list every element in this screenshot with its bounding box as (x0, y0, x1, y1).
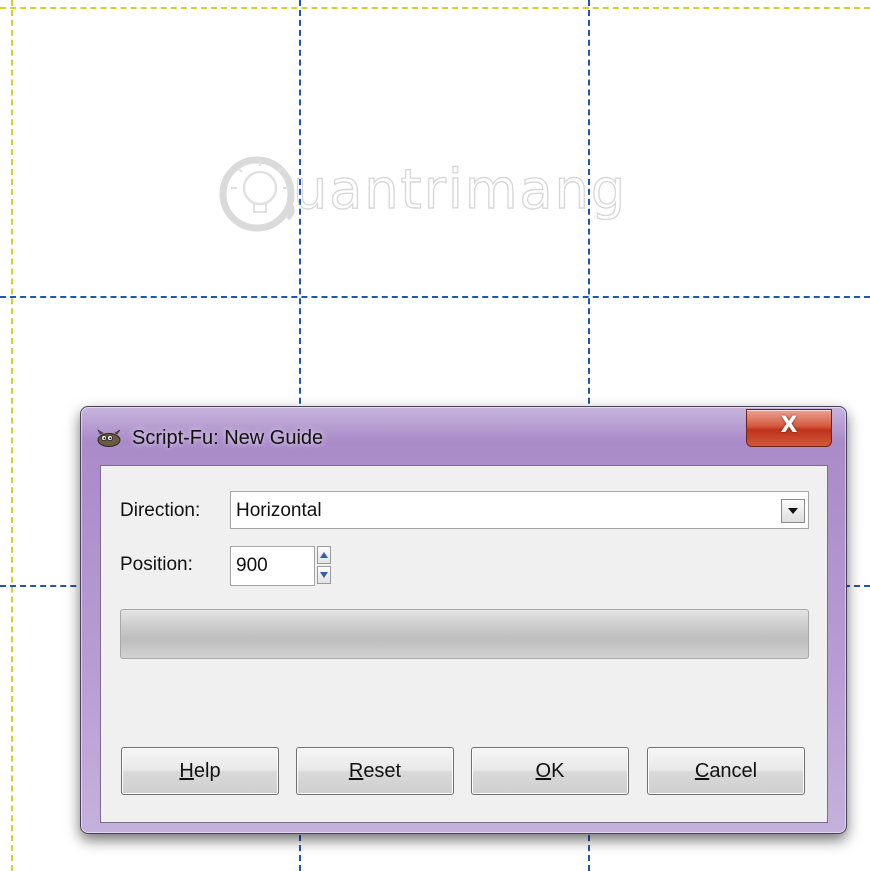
watermark-logo: uantrimang (215, 148, 655, 238)
lightbulb-icon (219, 156, 295, 232)
help-label: elp (193, 760, 221, 782)
spin-up-icon (320, 552, 328, 558)
ok-mnemonic: O (535, 760, 552, 782)
close-icon: X (780, 413, 798, 438)
help-mnemonic: H (179, 760, 194, 782)
cancel-button[interactable]: Cancel (647, 747, 805, 795)
reset-mnemonic: R (348, 760, 364, 782)
direction-value: Horizontal (236, 500, 322, 521)
reset-button[interactable]: Reset (296, 747, 454, 795)
spin-down-button[interactable] (317, 566, 331, 584)
script-fu-new-guide-dialog: Script-Fu: New Guide X Direction: Horizo… (80, 406, 847, 834)
watermark-text: uantrimang (292, 157, 628, 221)
chevron-down-icon (788, 508, 798, 514)
direction-dropdown[interactable]: Horizontal (230, 491, 809, 529)
position-input[interactable] (230, 546, 315, 586)
spin-up-button[interactable] (317, 546, 331, 564)
dialog-titlebar[interactable]: Script-Fu: New Guide X (81, 407, 846, 463)
cancel-label: ancel (709, 760, 758, 782)
image-border-left (11, 0, 13, 871)
spin-down-icon (320, 572, 328, 578)
position-label: Position: (120, 554, 193, 575)
progress-bar (120, 609, 809, 659)
close-button[interactable]: X (746, 409, 832, 447)
ok-button[interactable]: OK (471, 747, 629, 795)
direction-label: Direction: (120, 500, 201, 521)
reset-label: eset (363, 760, 402, 782)
dialog-content: Direction: Horizontal Position: Help Res… (100, 465, 828, 823)
gimp-wilber-icon (97, 429, 121, 447)
help-button[interactable]: Help (121, 747, 279, 795)
dialog-title: Script-Fu: New Guide (132, 427, 324, 449)
position-stepper[interactable] (317, 546, 331, 584)
ok-label: K (551, 760, 565, 782)
cancel-mnemonic: C (694, 760, 710, 782)
image-border-top (0, 7, 870, 9)
dropdown-button[interactable] (781, 499, 805, 523)
horizontal-guide-1[interactable] (0, 296, 870, 298)
